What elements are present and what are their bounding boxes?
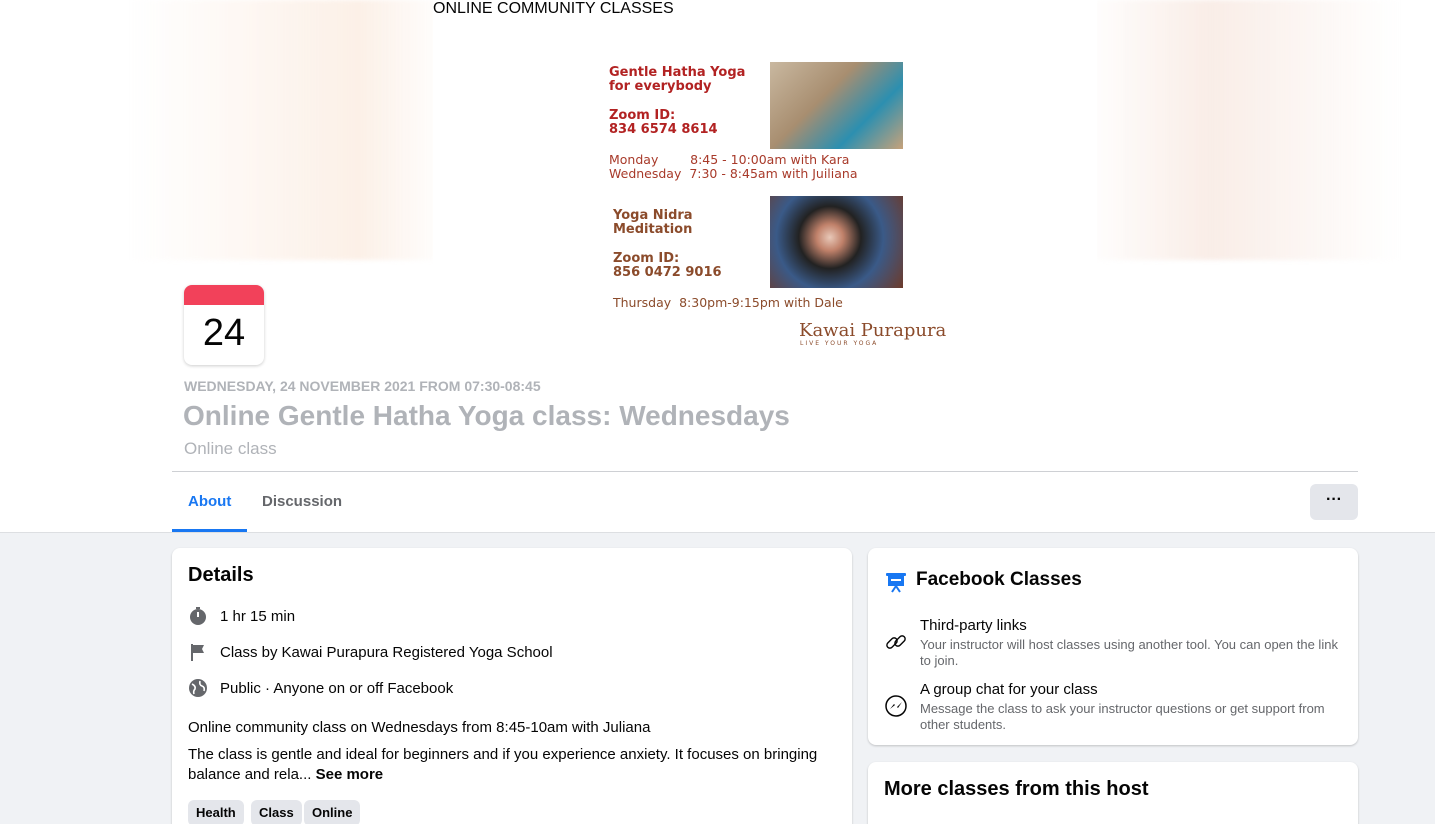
tag-health[interactable]: Health <box>188 800 244 824</box>
privacy-text: Public · Anyone on or off Facebook <box>220 679 454 697</box>
page-title: Online Gentle Hatha Yoga class: Wednesda… <box>183 400 790 431</box>
description-line2a: The class is gentle and ideal for beginn… <box>188 746 818 763</box>
class-by-label: Class by <box>220 643 278 661</box>
event-type: Online class <box>184 439 277 458</box>
poster-schedule-monday: Monday 8:45 - 10:00am with Kara <box>609 152 850 167</box>
host-link[interactable]: Kawai Purapura Registered Yoga School <box>282 644 553 661</box>
description-truncated: balance and rela... <box>188 766 312 783</box>
poster-zoom2-id: 856 0472 9016 <box>613 265 722 280</box>
details-card: Details 1 hr 15 min Class by Kawai Purap… <box>172 548 852 824</box>
host-row: Class by Kawai Purapura Registered Yoga … <box>188 640 553 664</box>
link-icon <box>884 630 908 654</box>
globe-icon <box>188 678 208 698</box>
tab-about[interactable]: About <box>172 472 248 532</box>
poster-nidra-photo <box>770 196 903 288</box>
more-classes-card: More classes from this host <box>868 762 1358 824</box>
duration-row: 1 hr 15 min <box>188 604 295 628</box>
poster-schedule-thursday: Thursday 8:30pm-9:15pm with Dale <box>613 295 843 310</box>
facebook-classes-card: Facebook Classes Third-party links Your … <box>868 548 1358 745</box>
description-line2b: balance and rela... See more <box>188 765 383 785</box>
poster-hatha-line2: for everybody <box>609 79 712 94</box>
poster-schedule-wednesday: Wednesday 7:30 - 8:45am with Juiliana <box>609 166 858 181</box>
event-date-time: WEDNESDAY, 24 NOVEMBER 2021 FROM 07:30-0… <box>184 378 541 394</box>
poster-zoom2-label: Zoom ID: <box>613 251 680 266</box>
poster-hatha-photo <box>770 62 903 149</box>
more-classes-title: More classes from this host <box>884 778 1149 800</box>
poster-hatha-line1: Gentle Hatha Yoga <box>609 65 746 80</box>
tab-discussion[interactable]: Discussion <box>246 472 358 532</box>
calendar-header <box>184 285 264 305</box>
presentation-icon <box>884 570 908 594</box>
messenger-icon <box>884 694 908 718</box>
privacy-row: Public · Anyone on or off Facebook <box>188 676 453 700</box>
description-line1: Online community class on Wednesdays fro… <box>188 719 651 736</box>
calendar-day: 24 <box>202 312 246 354</box>
tag-online[interactable]: Online <box>304 800 361 824</box>
group-chat-text: Message the class to ask your instructor… <box>920 701 1325 732</box>
third-party-links-text: Your instructor will host classes using … <box>920 637 1338 668</box>
poster-zoom1-label: Zoom ID: <box>609 108 676 123</box>
poster-zoom1-id: 834 6574 8614 <box>609 122 718 137</box>
third-party-links-title: Third-party links <box>920 617 1027 634</box>
poster-logo: Kawai Purapura <box>799 320 947 341</box>
flag-icon <box>188 642 208 662</box>
see-more-link[interactable]: See more <box>316 766 384 783</box>
facebook-classes-title: Facebook Classes <box>916 569 1082 590</box>
calendar-date-badge: 24 <box>184 285 264 365</box>
more-options-button[interactable]: ··· <box>1310 484 1358 520</box>
poster-heading: ONLINE COMMUNITY CLASSES <box>433 0 674 17</box>
stopwatch-icon <box>188 606 208 626</box>
poster-logo-tagline: LIVE YOUR YOGA <box>800 340 879 347</box>
tag-class[interactable]: Class <box>251 800 302 824</box>
duration-text: 1 hr 15 min <box>220 607 296 625</box>
poster-nidra-line2: Meditation <box>613 222 693 237</box>
poster-nidra-line1: Yoga Nidra <box>613 208 693 223</box>
group-chat-title: A group chat for your class <box>920 681 1098 698</box>
details-title: Details <box>188 564 254 586</box>
